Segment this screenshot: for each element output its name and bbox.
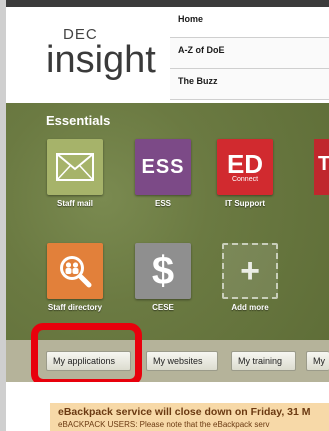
tile-add-more[interactable]: + Add more	[222, 243, 278, 312]
tile-label: ESS	[154, 199, 171, 208]
tile-label: CESE	[152, 303, 174, 312]
window-top-bar	[0, 0, 329, 7]
nav-the-buzz[interactable]: The Buzz	[170, 69, 329, 100]
essentials-panel: Essentials Staff mail ESS ESS ED Connect…	[6, 103, 329, 340]
tile-label: Add more	[231, 303, 269, 312]
tile-ess[interactable]: ESS ESS	[135, 139, 191, 208]
ess-icon-text: ESS	[141, 155, 185, 178]
notice-body: eBACKPACK USERS: Please note that the eB…	[58, 420, 270, 429]
nav-a-z-of-doe[interactable]: A-Z of DoE	[170, 38, 329, 69]
envelope-icon	[47, 139, 103, 195]
essentials-title: Essentials	[46, 113, 111, 128]
partial-tile-glyph: T	[318, 153, 329, 175]
tab-my-websites[interactable]: My websites	[146, 351, 218, 371]
tile-label: Staff directory	[47, 303, 103, 312]
people-search-icon	[47, 243, 103, 299]
tab-my-training[interactable]: My training	[231, 351, 296, 371]
tile-partial-offscreen[interactable]: T	[314, 139, 329, 195]
ed-connect-subtext: Connect	[231, 175, 259, 183]
ess-icon: ESS	[135, 139, 191, 195]
notice-area: eBackpack service will close down on Fri…	[6, 382, 329, 431]
tile-staff-mail[interactable]: Staff mail	[47, 139, 103, 208]
highlight-annotation-box	[31, 323, 142, 386]
notice-headline: eBackpack service will close down on Fri…	[58, 406, 311, 418]
tile-it-support[interactable]: ED Connect IT Support	[217, 139, 273, 208]
dollar-icon: $	[135, 243, 191, 299]
tile-staff-directory[interactable]: Staff directory	[47, 243, 103, 312]
ed-icon-text: ED	[226, 148, 264, 179]
plus-icon: +	[222, 243, 278, 299]
tile-cese[interactable]: $ CESE	[135, 243, 191, 312]
tile-label: IT Support	[225, 199, 265, 208]
ebackpack-notice: eBackpack service will close down on Fri…	[50, 403, 329, 431]
top-nav: Home A-Z of DoE The Buzz	[170, 7, 329, 100]
tile-label: Staff mail	[56, 199, 93, 208]
ed-connect-icon: ED Connect	[217, 139, 273, 195]
tab-my-partial[interactable]: My	[306, 351, 329, 371]
logo-insight-text: insight	[46, 39, 156, 81]
nav-home[interactable]: Home	[170, 7, 329, 38]
